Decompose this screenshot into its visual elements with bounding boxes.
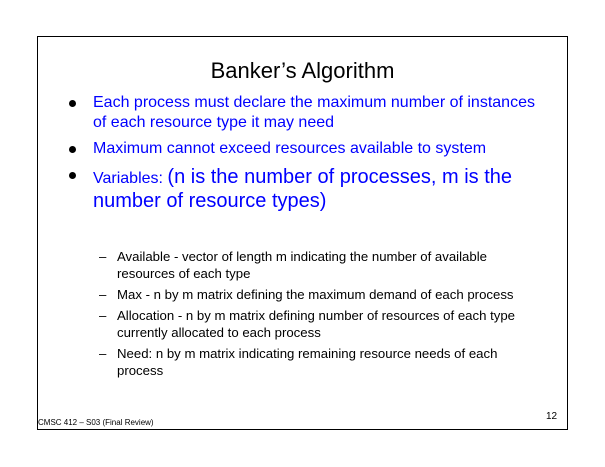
- footer-course-label: CMSC 412 – S03 (Final Review): [38, 418, 154, 427]
- page-number: 12: [546, 411, 558, 422]
- bullet-text: Maximum cannot exceed resources availabl…: [93, 140, 487, 157]
- bullet-text: Each process must declare the maximum nu…: [93, 94, 535, 131]
- sub-item-allocation: – Allocation - n by m matrix defining nu…: [95, 307, 535, 341]
- dash-marker: –: [99, 249, 107, 264]
- bullet-dot-icon: [69, 146, 76, 153]
- bullet-item: Maximum cannot exceed resources availabl…: [59, 139, 549, 159]
- bullet-text: Variables: (n is the number of processes…: [93, 165, 549, 213]
- sub-item-text: Available - vector of length m indicatin…: [117, 249, 487, 281]
- dash-marker: –: [99, 346, 107, 361]
- slide-title: Banker’s Algorithm: [210, 58, 395, 83]
- sub-item-max: – Max - n by m matrix defining the maxim…: [95, 286, 535, 303]
- bullet-dot-icon: [69, 100, 76, 107]
- sub-item-text: Max - n by m matrix defining the maximum…: [117, 287, 514, 302]
- variables-prefix: Variables:: [93, 170, 168, 187]
- sub-item-text: Need: n by m matrix indicating remaining…: [117, 346, 498, 378]
- bullet-list: Each process must declare the maximum nu…: [59, 93, 549, 219]
- sub-item-available: – Available - vector of length m indicat…: [95, 248, 535, 282]
- sub-item-need: – Need: n by m matrix indicating remaini…: [95, 345, 535, 379]
- dash-marker: –: [99, 287, 107, 302]
- bullet-dot-icon: [69, 172, 76, 179]
- bullet-item: Variables: (n is the number of processes…: [59, 165, 549, 213]
- sub-item-text: Allocation - n by m matrix defining numb…: [117, 308, 516, 340]
- bullet-item: Each process must declare the maximum nu…: [59, 93, 549, 133]
- dash-marker: –: [99, 308, 107, 323]
- sub-bullet-list: – Available - vector of length m indicat…: [95, 248, 535, 383]
